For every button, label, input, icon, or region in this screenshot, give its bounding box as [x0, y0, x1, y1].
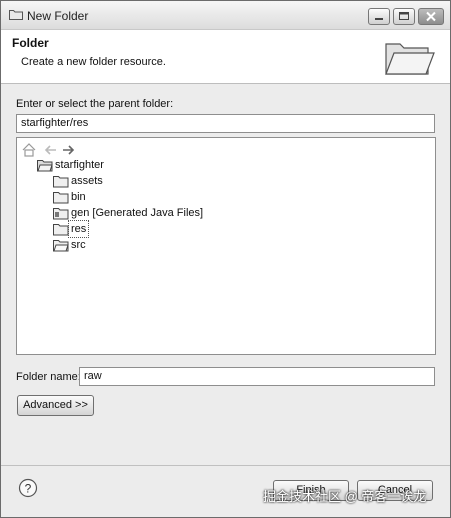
close-icon	[426, 11, 436, 22]
advanced-button[interactable]: Advanced >>	[17, 395, 94, 416]
minimize-icon	[375, 18, 383, 20]
forward-arrow-icon[interactable]	[61, 142, 77, 158]
home-icon[interactable]	[21, 142, 37, 158]
folder-name-input[interactable]	[79, 367, 435, 386]
svg-text:?: ?	[25, 482, 32, 496]
folder-name-label: Folder name:	[16, 371, 81, 383]
back-arrow-icon[interactable]	[42, 142, 58, 158]
banner-title: Folder	[12, 36, 49, 50]
tree-item-label: assets	[71, 175, 103, 187]
title-bar[interactable]: New Folder	[1, 1, 450, 30]
banner-description: Create a new folder resource.	[21, 56, 166, 68]
tree-item-label: src	[71, 239, 86, 251]
folder-icon	[53, 192, 69, 204]
minimize-button[interactable]	[368, 8, 390, 25]
source-folder-icon	[53, 208, 69, 220]
open-folder-icon	[385, 43, 435, 75]
maximize-icon	[399, 12, 409, 20]
header-banner: Folder Create a new folder resource.	[1, 30, 450, 84]
folder-icon	[9, 10, 23, 20]
watermark-text: 掘金技术社区 @ 帝客一诶龙	[263, 489, 427, 504]
parent-folder-label: Enter or select the parent folder:	[16, 98, 174, 110]
folder-icon	[53, 176, 69, 188]
parent-folder-input[interactable]	[16, 114, 435, 133]
tree-item-label: bin	[71, 191, 86, 203]
tree-item-label: starfighter	[55, 159, 104, 171]
close-button[interactable]	[418, 8, 444, 25]
source-folder-icon	[53, 240, 69, 252]
help-icon[interactable]: ?	[18, 478, 38, 498]
maximize-button[interactable]	[393, 8, 415, 25]
divider	[1, 465, 450, 466]
new-folder-dialog: New Folder Folder Create a new folder re…	[0, 0, 451, 518]
project-icon	[37, 160, 53, 172]
tree-item-label: res	[67, 220, 90, 238]
tree-item-label: gen [Generated Java Files]	[71, 207, 204, 219]
folder-icon	[53, 224, 69, 236]
folder-tree[interactable]: starfighter assets bin gen [Generated Ja…	[16, 137, 436, 355]
window-title: New Folder	[27, 9, 89, 23]
